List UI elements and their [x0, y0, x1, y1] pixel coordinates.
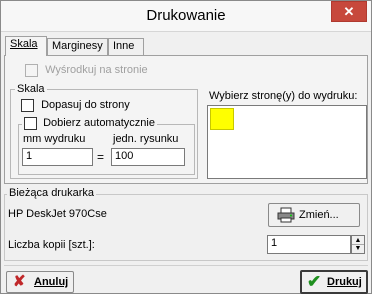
center-option[interactable]: Wyśrodkuj na stronie	[25, 64, 148, 77]
title-bar: Drukowanie ✕	[1, 1, 371, 32]
mm-label: mm wydruku	[23, 133, 86, 145]
scale-group-title: Skala	[15, 83, 47, 95]
footer-divider	[4, 265, 368, 266]
change-printer-label: Zmień...	[299, 209, 339, 221]
printer-icon	[277, 207, 295, 223]
spin-up-icon[interactable]: ▲	[352, 236, 364, 245]
fit-checkbox[interactable]	[21, 99, 34, 112]
scale-group: Skala Dopasuj do strony Dobierz automaty…	[10, 83, 198, 179]
copies-spinner[interactable]: ▲ ▼	[351, 235, 365, 254]
auto-checkbox-label: Dobierz automatycznie	[43, 117, 155, 130]
cancel-label: Anuluj	[34, 276, 69, 288]
cancel-button[interactable]: ✘ Anuluj	[6, 271, 74, 293]
auto-group: Dobierz automatycznie mm wydruku jedn. r…	[18, 117, 195, 175]
auto-checkbox[interactable]	[24, 117, 37, 130]
fit-option[interactable]: Dopasuj do strony	[21, 99, 130, 112]
tab-skala[interactable]: Skala	[5, 36, 47, 56]
tab-skala-label: Skala	[10, 38, 38, 50]
cancel-x-icon: ✘	[13, 273, 26, 290]
center-checkbox-label: Wyśrodkuj na stronie	[45, 64, 148, 77]
equals-sign: =	[97, 150, 105, 164]
mm-input-value: 1	[26, 150, 33, 162]
copies-input-value: 1	[271, 237, 278, 249]
units-input[interactable]: 100	[111, 148, 185, 166]
mm-input[interactable]: 1	[22, 148, 93, 166]
center-checkbox[interactable]	[25, 64, 38, 77]
printer-group: Bieżąca drukarka HP DeskJet 970Cse Zmień…	[4, 187, 368, 261]
tab-inne[interactable]: Inne	[108, 38, 144, 55]
print-label: Drukuj	[327, 276, 362, 288]
change-printer-button[interactable]: Zmień...	[268, 203, 360, 227]
page-1-tile[interactable]	[210, 108, 234, 130]
spin-down-icon[interactable]: ▼	[352, 245, 364, 253]
pages-label: Wybierz stronę(y) do wydruku:	[209, 90, 358, 102]
tab-inne-label: Inne	[113, 40, 135, 52]
tab-marginesy-label: Marginesy	[52, 40, 103, 52]
print-dialog: Drukowanie ✕ Skala Marginesy Inne Wyśrod…	[0, 0, 372, 294]
auto-option[interactable]: Dobierz automatycznie	[22, 117, 157, 130]
printer-name: HP DeskJet 970Cse	[8, 208, 107, 220]
close-button[interactable]: ✕	[331, 1, 367, 22]
page-picker[interactable]	[207, 105, 367, 179]
check-icon: ✔	[307, 272, 322, 291]
skala-panel: Wyśrodkuj na stronie Skala Dopasuj do st…	[4, 55, 368, 184]
window-title: Drukowanie	[146, 7, 226, 24]
units-label: jedn. rysunku	[113, 133, 179, 145]
copies-label: Liczba kopii [szt.]:	[8, 239, 95, 251]
close-icon: ✕	[343, 4, 355, 19]
printer-group-title: Bieżąca drukarka	[7, 187, 96, 199]
units-input-value: 100	[115, 150, 134, 162]
fit-checkbox-label: Dopasuj do strony	[41, 99, 130, 112]
print-button[interactable]: ✔ Drukuj	[300, 270, 368, 294]
copies-input[interactable]: 1	[267, 235, 351, 254]
tab-marginesy[interactable]: Marginesy	[47, 38, 108, 55]
